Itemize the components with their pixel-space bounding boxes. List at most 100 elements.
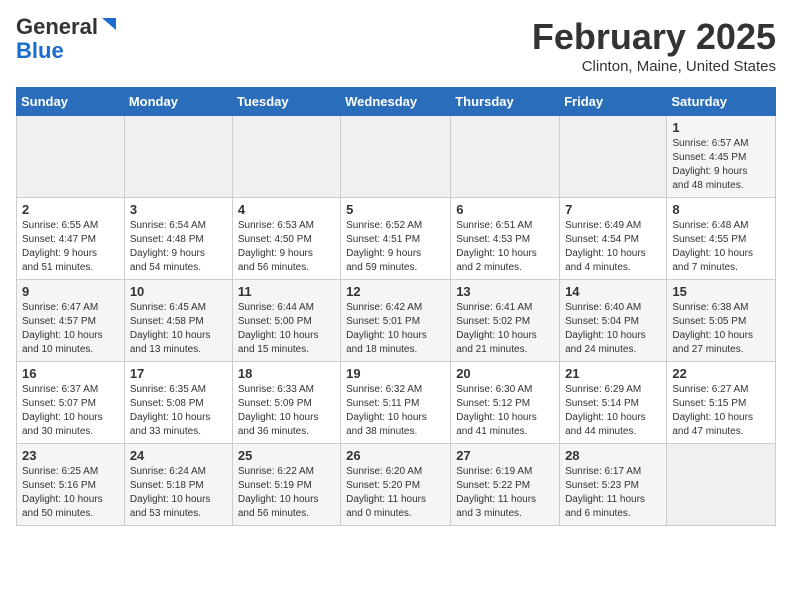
calendar-cell: 2 Sunrise: 6:55 AM Sunset: 4:47 PM Daylig… [17,198,125,280]
calendar-cell [451,116,560,198]
day-number: 1 [672,120,770,135]
calendar-subtitle: Clinton, Maine, United States [532,58,776,75]
col-header-thursday: Thursday [451,88,560,116]
calendar-cell: 13 Sunrise: 6:41 AM Sunset: 5:02 PM Dayli… [451,280,560,362]
day-info: Sunrise: 6:44 AM Sunset: 5:00 PM Dayligh… [238,301,335,357]
day-number: 27 [456,448,554,463]
calendar-cell: 15Sunrise: 6:38 AM Sunset: 5:05 PM Dayli… [667,280,776,362]
day-info: Sunrise: 6:51 AM Sunset: 4:53 PM Dayligh… [456,219,554,275]
col-header-wednesday: Wednesday [341,88,451,116]
day-info: Sunrise: 6:55 AM Sunset: 4:47 PM Dayligh… [22,219,119,275]
day-info: Sunrise: 6:33 AM Sunset: 5:09 PM Dayligh… [238,383,335,439]
day-info: Sunrise: 6:24 AM Sunset: 5:18 PM Dayligh… [130,465,227,521]
logo-blue: Blue [16,38,64,64]
day-number: 17 [130,366,227,381]
day-number: 13 [456,284,554,299]
day-number: 19 [346,366,445,381]
calendar-cell: 27Sunrise: 6:19 AM Sunset: 5:22 PM Dayli… [451,444,560,526]
calendar-week-row: 16 Sunrise: 6:37 AM Sunset: 5:07 PM Dayli… [17,362,776,444]
day-info: Sunrise: 6:40 AM Sunset: 5:04 PM Dayligh… [565,301,661,357]
logo-arrow-icon [100,16,118,34]
day-number: 6 [456,202,554,217]
day-info: Sunrise: 6:29 AM Sunset: 5:14 PM Dayligh… [565,383,661,439]
calendar-cell: 8 Sunrise: 6:48 AM Sunset: 4:55 PM Daylig… [667,198,776,280]
calendar-cell: 7 Sunrise: 6:49 AM Sunset: 4:54 PM Daylig… [560,198,667,280]
day-info: Sunrise: 6:49 AM Sunset: 4:54 PM Dayligh… [565,219,661,275]
calendar-cell: 26 Sunrise: 6:20 AM Sunset: 5:20 PM Dayli… [341,444,451,526]
day-number: 8 [672,202,770,217]
day-number: 5 [346,202,445,217]
col-header-sunday: Sunday [17,88,125,116]
day-info: Sunrise: 6:57 AM Sunset: 4:45 PM Dayligh… [672,137,770,193]
calendar-cell: 12 Sunrise: 6:42 AM Sunset: 5:01 PM Dayli… [341,280,451,362]
day-info: Sunrise: 6:32 AM Sunset: 5:11 PM Dayligh… [346,383,445,439]
calendar-cell: 5 Sunrise: 6:52 AM Sunset: 4:51 PM Daylig… [341,198,451,280]
day-number: 7 [565,202,661,217]
day-info: Sunrise: 6:38 AM Sunset: 5:05 PM Dayligh… [672,301,770,357]
calendar-cell: 16 Sunrise: 6:37 AM Sunset: 5:07 PM Dayli… [17,362,125,444]
calendar-cell: 22 Sunrise: 6:27 AM Sunset: 5:15 PM Dayli… [667,362,776,444]
day-info: Sunrise: 6:52 AM Sunset: 4:51 PM Dayligh… [346,219,445,275]
calendar-cell: 4Sunrise: 6:53 AM Sunset: 4:50 PM Daylig… [232,198,340,280]
day-number: 28 [565,448,661,463]
header: General Blue February 2025 Clinton, Main… [16,16,776,75]
day-info: Sunrise: 6:30 AM Sunset: 5:12 PM Dayligh… [456,383,554,439]
calendar-cell: 18Sunrise: 6:33 AM Sunset: 5:09 PM Dayli… [232,362,340,444]
day-info: Sunrise: 6:53 AM Sunset: 4:50 PM Dayligh… [238,219,335,275]
calendar-cell [560,116,667,198]
calendar-table: SundayMondayTuesdayWednesdayThursdayFrid… [16,87,776,526]
col-header-saturday: Saturday [667,88,776,116]
day-number: 16 [22,366,119,381]
calendar-cell: 19 Sunrise: 6:32 AM Sunset: 5:11 PM Dayli… [341,362,451,444]
day-info: Sunrise: 6:45 AM Sunset: 4:58 PM Dayligh… [130,301,227,357]
calendar-cell: 24 Sunrise: 6:24 AM Sunset: 5:18 PM Dayli… [124,444,232,526]
day-info: Sunrise: 6:35 AM Sunset: 5:08 PM Dayligh… [130,383,227,439]
day-info: Sunrise: 6:41 AM Sunset: 5:02 PM Dayligh… [456,301,554,357]
day-number: 10 [130,284,227,299]
calendar-cell: 17 Sunrise: 6:35 AM Sunset: 5:08 PM Dayli… [124,362,232,444]
day-info: Sunrise: 6:17 AM Sunset: 5:23 PM Dayligh… [565,465,661,521]
day-info: Sunrise: 6:27 AM Sunset: 5:15 PM Dayligh… [672,383,770,439]
calendar-cell: 28 Sunrise: 6:17 AM Sunset: 5:23 PM Dayli… [560,444,667,526]
logo: General Blue [16,16,118,64]
col-header-friday: Friday [560,88,667,116]
calendar-cell: 14 Sunrise: 6:40 AM Sunset: 5:04 PM Dayli… [560,280,667,362]
calendar-cell [667,444,776,526]
calendar-cell: 9Sunrise: 6:47 AM Sunset: 4:57 PM Daylig… [17,280,125,362]
calendar-cell: 25 Sunrise: 6:22 AM Sunset: 5:19 PM Dayli… [232,444,340,526]
calendar-cell: 3 Sunrise: 6:54 AM Sunset: 4:48 PM Daylig… [124,198,232,280]
day-number: 24 [130,448,227,463]
day-info: Sunrise: 6:37 AM Sunset: 5:07 PM Dayligh… [22,383,119,439]
day-info: Sunrise: 6:54 AM Sunset: 4:48 PM Dayligh… [130,219,227,275]
day-number: 2 [22,202,119,217]
calendar-cell: 1 Sunrise: 6:57 AM Sunset: 4:45 PM Daylig… [667,116,776,198]
day-info: Sunrise: 6:48 AM Sunset: 4:55 PM Dayligh… [672,219,770,275]
col-header-monday: Monday [124,88,232,116]
day-info: Sunrise: 6:20 AM Sunset: 5:20 PM Dayligh… [346,465,445,521]
day-number: 12 [346,284,445,299]
day-number: 14 [565,284,661,299]
day-number: 23 [22,448,119,463]
day-info: Sunrise: 6:22 AM Sunset: 5:19 PM Dayligh… [238,465,335,521]
calendar-cell: 11 Sunrise: 6:44 AM Sunset: 5:00 PM Dayli… [232,280,340,362]
day-number: 22 [672,366,770,381]
day-number: 25 [238,448,335,463]
day-number: 11 [238,284,335,299]
day-number: 20 [456,366,554,381]
calendar-cell: 23 Sunrise: 6:25 AM Sunset: 5:16 PM Dayli… [17,444,125,526]
calendar-cell [341,116,451,198]
calendar-title-section: February 2025 Clinton, Maine, United Sta… [532,16,776,75]
day-info: Sunrise: 6:25 AM Sunset: 5:16 PM Dayligh… [22,465,119,521]
day-number: 21 [565,366,661,381]
calendar-week-row: 23 Sunrise: 6:25 AM Sunset: 5:16 PM Dayli… [17,444,776,526]
day-info: Sunrise: 6:42 AM Sunset: 5:01 PM Dayligh… [346,301,445,357]
calendar-cell: 10 Sunrise: 6:45 AM Sunset: 4:58 PM Dayli… [124,280,232,362]
calendar-week-row: 9Sunrise: 6:47 AM Sunset: 4:57 PM Daylig… [17,280,776,362]
day-number: 26 [346,448,445,463]
calendar-header-row: SundayMondayTuesdayWednesdayThursdayFrid… [17,88,776,116]
calendar-cell: 6 Sunrise: 6:51 AM Sunset: 4:53 PM Daylig… [451,198,560,280]
calendar-cell [17,116,125,198]
calendar-week-row: 2 Sunrise: 6:55 AM Sunset: 4:47 PM Daylig… [17,198,776,280]
calendar-week-row: 1 Sunrise: 6:57 AM Sunset: 4:45 PM Daylig… [17,116,776,198]
day-number: 3 [130,202,227,217]
